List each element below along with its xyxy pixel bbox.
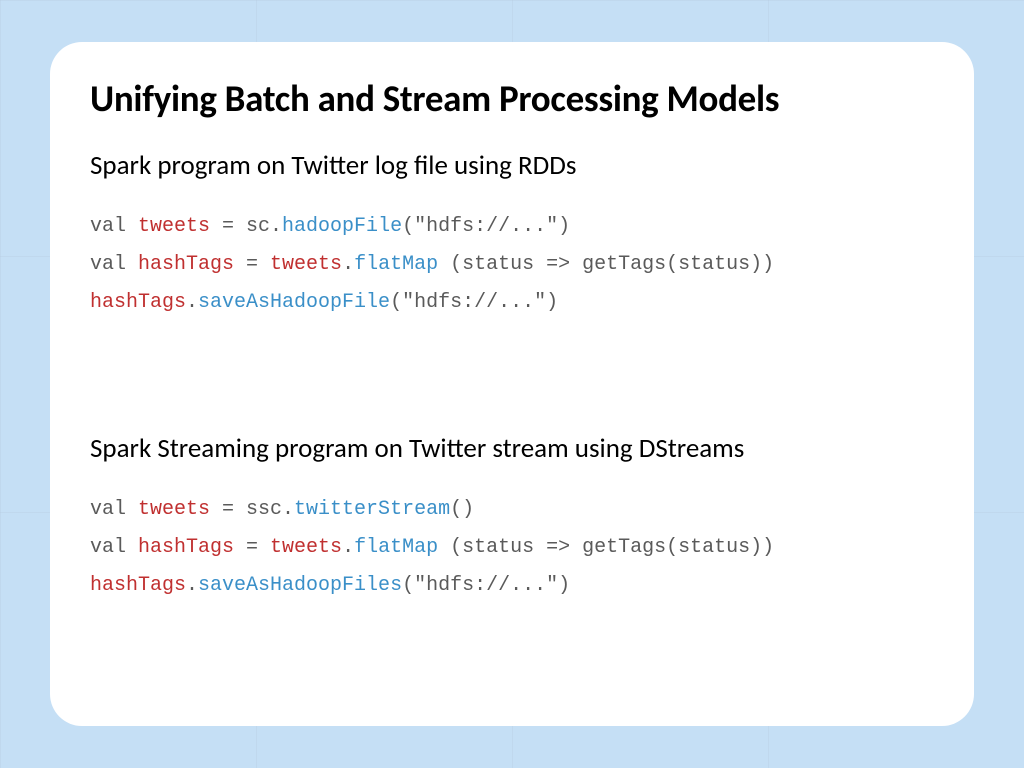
code-line: val hashTags = tweets.flatMap (status =>… xyxy=(90,529,934,567)
code-line: hashTags.saveAsHadoopFiles("hdfs://...") xyxy=(90,567,934,605)
code-text: val xyxy=(90,215,138,238)
code-text: = xyxy=(234,253,270,276)
code-text: = ssc. xyxy=(210,498,294,521)
code-text: ("hdfs://...") xyxy=(402,215,570,238)
code-text: (status => getTags(status)) xyxy=(438,536,774,559)
code-text: val xyxy=(90,536,138,559)
code-block-2: val tweets = ssc.twitterStream() val has… xyxy=(90,491,934,605)
code-text: (status => getTags(status)) xyxy=(438,253,774,276)
code-text: val xyxy=(90,498,138,521)
code-text: . xyxy=(342,253,354,276)
code-text: . xyxy=(342,536,354,559)
slide-title: Unifying Batch and Stream Processing Mod… xyxy=(90,76,934,121)
code-keyword-red: tweets xyxy=(270,253,342,276)
code-keyword-red: tweets xyxy=(138,215,210,238)
code-keyword-red: hashTags xyxy=(138,253,234,276)
code-keyword-blue: flatMap xyxy=(354,536,438,559)
code-keyword-red: hashTags xyxy=(138,536,234,559)
slide-content-panel: Unifying Batch and Stream Processing Mod… xyxy=(50,42,974,726)
code-line: val tweets = ssc.twitterStream() xyxy=(90,491,934,529)
code-text: . xyxy=(186,291,198,314)
code-line: hashTags.saveAsHadoopFile("hdfs://...") xyxy=(90,284,934,322)
code-keyword-red: tweets xyxy=(270,536,342,559)
code-keyword-blue: saveAsHadoopFiles xyxy=(198,574,402,597)
code-keyword-red: tweets xyxy=(138,498,210,521)
code-keyword-blue: flatMap xyxy=(354,253,438,276)
code-keyword-red: hashTags xyxy=(90,291,186,314)
spacer xyxy=(90,322,934,432)
code-text: () xyxy=(450,498,474,521)
code-block-1: val tweets = sc.hadoopFile("hdfs://...")… xyxy=(90,208,934,322)
code-text: val xyxy=(90,253,138,276)
code-text: ("hdfs://...") xyxy=(402,574,570,597)
code-keyword-red: hashTags xyxy=(90,574,186,597)
section1-subtitle: Spark program on Twitter log file using … xyxy=(90,149,934,182)
code-text: ("hdfs://...") xyxy=(390,291,558,314)
section2-subtitle: Spark Streaming program on Twitter strea… xyxy=(90,432,934,465)
code-text: = sc. xyxy=(210,215,282,238)
code-text: . xyxy=(186,574,198,597)
code-keyword-blue: twitterStream xyxy=(294,498,450,521)
code-text: = xyxy=(234,536,270,559)
code-keyword-blue: hadoopFile xyxy=(282,215,402,238)
code-keyword-blue: saveAsHadoopFile xyxy=(198,291,390,314)
code-line: val tweets = sc.hadoopFile("hdfs://...") xyxy=(90,208,934,246)
code-line: val hashTags = tweets.flatMap (status =>… xyxy=(90,246,934,284)
